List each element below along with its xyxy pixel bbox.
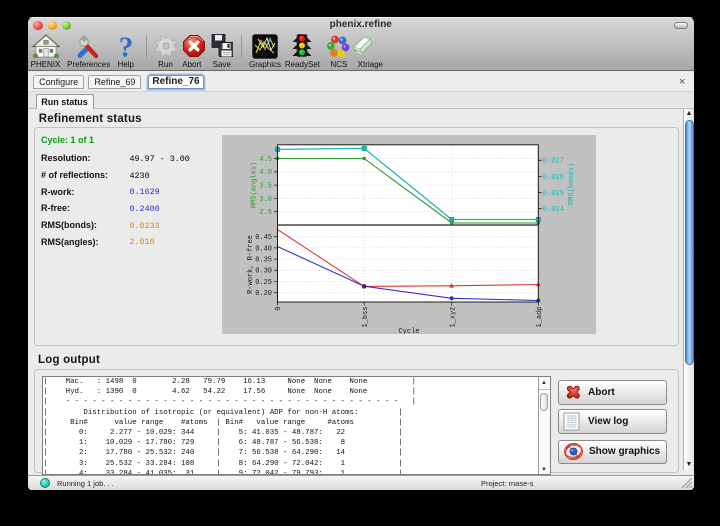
svg-text:0.40: 0.40 bbox=[255, 245, 272, 253]
svg-text:0.35: 0.35 bbox=[255, 257, 272, 265]
svg-text:0.25: 0.25 bbox=[255, 279, 272, 287]
svg-text:1_adp: 1_adp bbox=[536, 307, 544, 328]
svg-text:0.45: 0.45 bbox=[255, 234, 272, 242]
svg-text:2.5: 2.5 bbox=[259, 209, 272, 217]
svg-text:4.5: 4.5 bbox=[259, 156, 272, 164]
svg-text:0: 0 bbox=[275, 307, 283, 311]
svg-text:RMS(angles): RMS(angles) bbox=[251, 162, 259, 208]
svg-text:R-work, R-free: R-work, R-free bbox=[247, 235, 255, 294]
svg-text:0.027: 0.027 bbox=[543, 158, 564, 166]
svg-text:0.024: 0.024 bbox=[543, 206, 564, 214]
svg-text:3.0: 3.0 bbox=[259, 196, 272, 204]
svg-text:4.0: 4.0 bbox=[259, 169, 272, 177]
svg-text:0.30: 0.30 bbox=[255, 268, 272, 276]
svg-text:1_xyz: 1_xyz bbox=[449, 307, 457, 328]
svg-text:?: ? bbox=[118, 33, 133, 60]
svg-text:3.5: 3.5 bbox=[259, 183, 272, 191]
svg-text:RMS(bonds): RMS(bonds) bbox=[568, 163, 576, 205]
svg-text:Cycle: Cycle bbox=[398, 328, 419, 334]
svg-text:0.025: 0.025 bbox=[543, 190, 564, 198]
svg-text:1_bss: 1_bss bbox=[362, 307, 370, 328]
svg-text:0.20: 0.20 bbox=[255, 290, 272, 298]
svg-text:0.026: 0.026 bbox=[543, 174, 564, 182]
